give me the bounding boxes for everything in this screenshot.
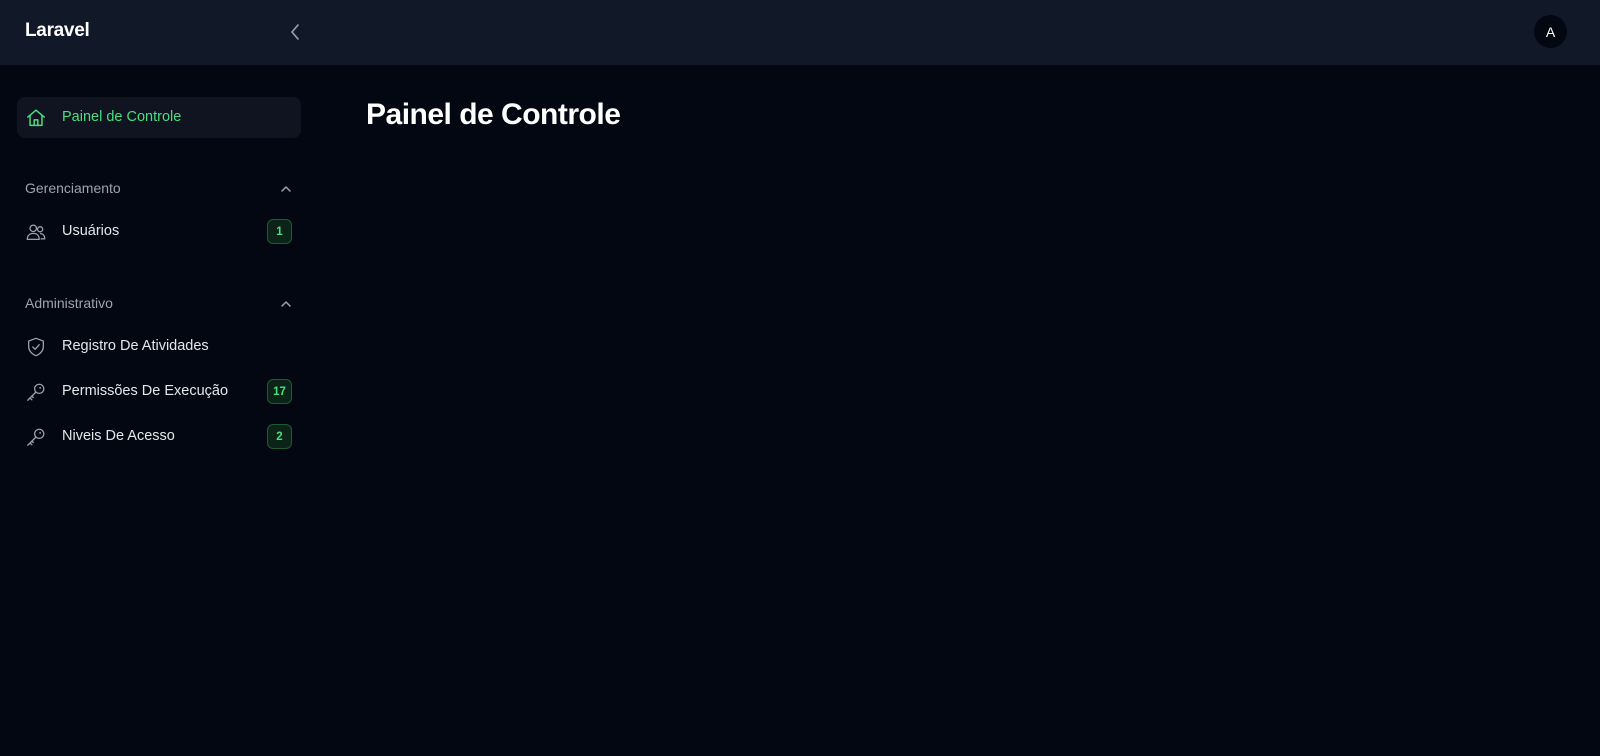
shield-check-icon bbox=[28, 337, 44, 357]
key-icon bbox=[27, 428, 45, 446]
group-label: Administrativo bbox=[25, 295, 113, 311]
group-label: Gerenciamento bbox=[25, 180, 121, 196]
group-header-gerenciamento[interactable]: Gerenciamento bbox=[25, 177, 301, 199]
brand-logo[interactable]: Laravel bbox=[25, 20, 90, 42]
user-avatar[interactable]: A bbox=[1534, 15, 1567, 48]
home-icon bbox=[27, 109, 45, 127]
count-badge: 17 bbox=[267, 379, 292, 404]
sidebar-item-niveis-acesso[interactable]: Niveis De Acesso 2 bbox=[17, 416, 301, 457]
chevron-up-icon bbox=[281, 301, 291, 307]
sidebar-item-registro-atividades[interactable]: Registro De Atividades bbox=[17, 326, 301, 367]
sidebar-item-label: Usuários bbox=[62, 223, 120, 239]
count-badge: 2 bbox=[267, 424, 292, 449]
count-badge: 1 bbox=[267, 219, 292, 244]
sidebar: Painel de Controle Gerenciamento Usuário… bbox=[0, 65, 320, 756]
sidebar-item-label: Niveis De Acesso bbox=[62, 428, 175, 444]
chevron-left-icon bbox=[291, 24, 299, 40]
sidebar-item-dashboard[interactable]: Painel de Controle bbox=[17, 97, 301, 138]
sidebar-item-label: Permissões De Execução bbox=[62, 383, 229, 399]
sidebar-item-label: Registro De Atividades bbox=[62, 338, 209, 354]
users-icon bbox=[26, 224, 46, 240]
chevron-up-icon bbox=[281, 186, 291, 192]
sidebar-item-usuarios[interactable]: Usuários 1 bbox=[17, 211, 301, 252]
sidebar-collapse-button[interactable] bbox=[285, 20, 305, 44]
page-title: Painel de Controle bbox=[366, 98, 621, 131]
top-bar: Laravel A bbox=[0, 0, 1600, 65]
group-header-administrativo[interactable]: Administrativo bbox=[25, 292, 301, 314]
sidebar-item-label: Painel de Controle bbox=[62, 109, 182, 125]
key-icon bbox=[27, 383, 45, 401]
sidebar-item-permissoes-execucao[interactable]: Permissões De Execução 17 bbox=[17, 371, 301, 412]
